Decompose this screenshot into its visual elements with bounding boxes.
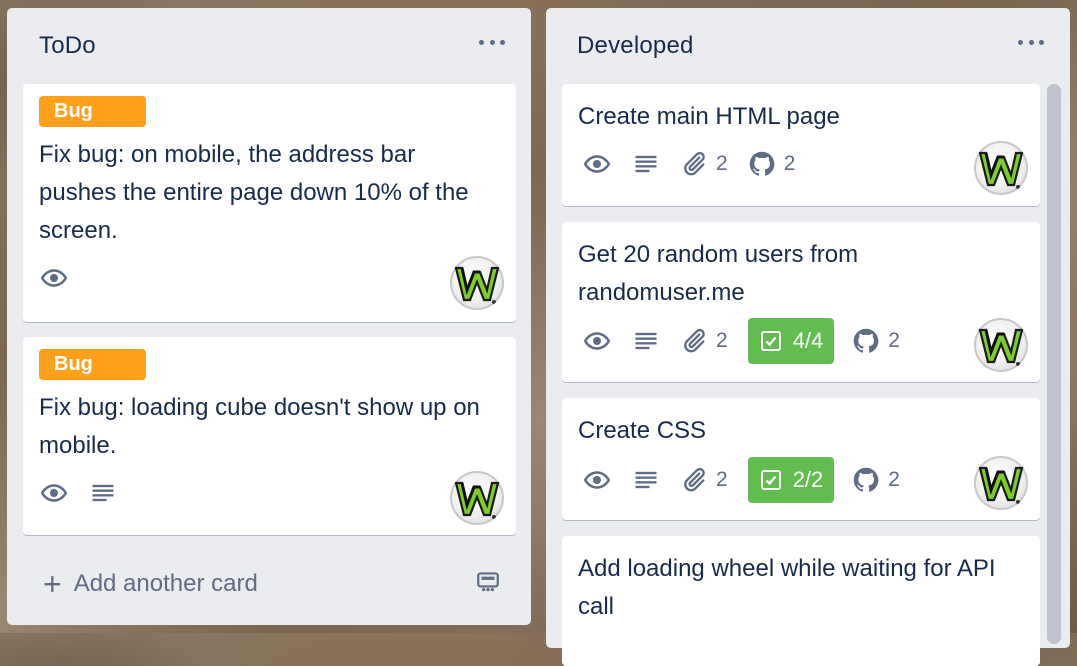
checkbox-icon xyxy=(759,329,783,353)
card-badges xyxy=(39,260,89,296)
github-badge: 2 xyxy=(852,466,900,494)
label-bug: Bug xyxy=(39,349,146,380)
card[interactable]: Bug Fix bug: loading cube doesn't show u… xyxy=(23,337,516,535)
more-icon[interactable] xyxy=(1018,32,1044,52)
description-icon xyxy=(632,466,660,494)
card[interactable]: Add loading wheel while waiting for API … xyxy=(562,536,1040,666)
eye-icon xyxy=(39,478,69,508)
list-todo: ToDo Bug Fix bug: on mobile, the address… xyxy=(7,8,531,625)
list-title[interactable]: ToDo xyxy=(39,32,96,60)
checklist-badge: 2/2 xyxy=(747,457,835,503)
list-developed: Developed Create main HTML page 2 2 Get … xyxy=(546,8,1070,666)
attachments-badge: 2 xyxy=(680,466,728,494)
checklist-badge: 4/4 xyxy=(747,318,835,364)
eye-icon xyxy=(582,149,612,179)
eye-icon xyxy=(582,326,612,356)
more-icon[interactable] xyxy=(479,32,505,52)
card-template-icon[interactable] xyxy=(475,568,501,599)
card[interactable]: Get 20 random users from randomuser.me 2… xyxy=(562,222,1040,382)
card-badges: 2 2/2 2 xyxy=(582,457,920,503)
card[interactable]: Create main HTML page 2 2 xyxy=(562,84,1040,206)
attachments-count: 2 xyxy=(716,329,728,352)
scrollbar[interactable] xyxy=(1046,84,1062,648)
card-title: Create main HTML page xyxy=(578,103,840,130)
eye-icon xyxy=(39,263,69,293)
avatar[interactable] xyxy=(974,318,1028,372)
attachments-badge: 2 xyxy=(680,150,728,178)
label-bug: Bug xyxy=(39,96,146,127)
attachments-badge: 2 xyxy=(680,327,728,355)
github-count: 2 xyxy=(888,329,900,352)
github-icon xyxy=(852,327,880,355)
scrollbar-thumb[interactable] xyxy=(1047,84,1061,644)
paperclip-icon xyxy=(680,327,708,355)
list-header: ToDo xyxy=(7,8,531,84)
github-count: 2 xyxy=(888,468,900,491)
card-title: Fix bug: loading cube doesn't show up on… xyxy=(39,394,480,459)
avatar[interactable] xyxy=(450,471,504,525)
avatar[interactable] xyxy=(974,141,1028,195)
avatar[interactable] xyxy=(974,456,1028,510)
card-title: Fix bug: on mobile, the address bar push… xyxy=(39,141,469,244)
add-card-label: Add another card xyxy=(73,570,258,597)
list-title[interactable]: Developed xyxy=(577,32,694,60)
card[interactable]: Bug Fix bug: on mobile, the address bar … xyxy=(23,84,516,322)
attachments-count: 2 xyxy=(716,468,728,491)
paperclip-icon xyxy=(680,150,708,178)
card-badges: 2 4/4 2 xyxy=(582,318,920,364)
description-icon xyxy=(89,479,117,507)
github-count: 2 xyxy=(783,152,796,175)
github-icon xyxy=(852,466,880,494)
paperclip-icon xyxy=(680,466,708,494)
eye-icon xyxy=(582,465,612,495)
card[interactable]: Create CSS 2 2/2 2 xyxy=(562,398,1040,520)
card-badges xyxy=(39,475,137,511)
list-header: Developed xyxy=(546,8,1070,84)
add-card-button[interactable]: + Add another card xyxy=(43,568,258,600)
card-title: Get 20 random users from randomuser.me xyxy=(578,241,859,306)
checkbox-icon xyxy=(759,468,783,492)
card-badges: 2 2 xyxy=(582,146,815,182)
checklist-count: 2/2 xyxy=(792,467,824,492)
attachments-count: 2 xyxy=(716,152,728,175)
description-icon xyxy=(632,327,660,355)
github-badge: 2 xyxy=(748,150,796,178)
github-badge: 2 xyxy=(852,327,900,355)
github-icon xyxy=(748,150,776,178)
card-title: Create CSS xyxy=(578,417,707,444)
description-icon xyxy=(632,150,660,178)
checklist-count: 4/4 xyxy=(792,328,824,353)
plus-icon: + xyxy=(43,566,62,602)
avatar[interactable] xyxy=(450,256,504,310)
card-title: Add loading wheel while waiting for API … xyxy=(578,555,996,620)
